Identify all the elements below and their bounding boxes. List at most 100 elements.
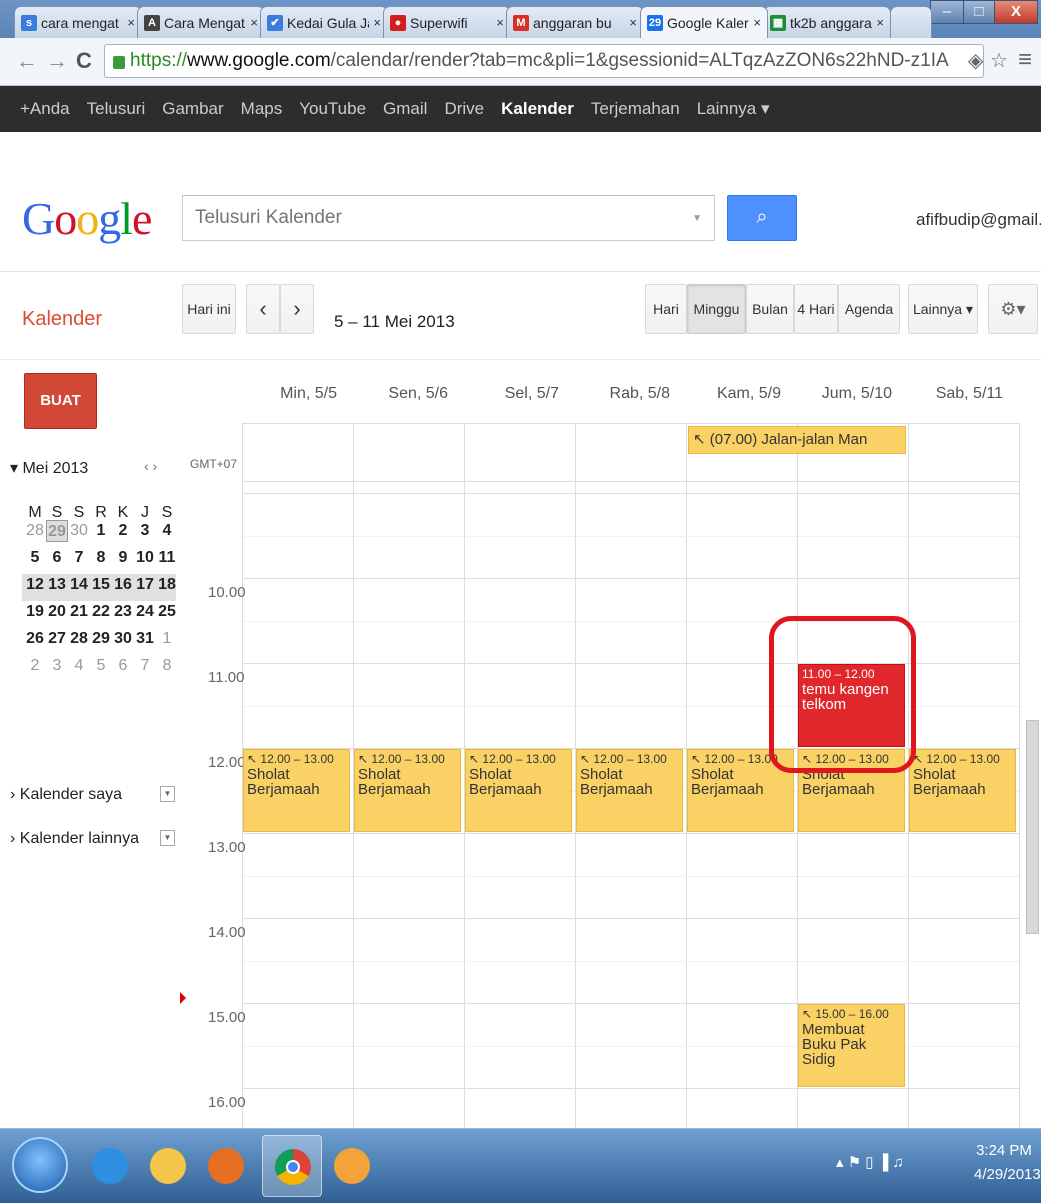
tab-close-icon[interactable]: × xyxy=(629,15,637,30)
browser-tab[interactable]: ✔ Kedai Gula Ja × xyxy=(260,6,388,38)
mini-calendar-day[interactable]: 28 xyxy=(68,628,90,650)
minimize-button[interactable]: – xyxy=(930,0,964,24)
day-header[interactable]: Jum, 5/10 xyxy=(797,365,908,423)
mini-calendar-day[interactable]: 30 xyxy=(68,520,90,542)
bookmark-star-icon[interactable]: ☆ xyxy=(990,48,1008,73)
mini-calendar-day[interactable]: 7 xyxy=(68,547,90,569)
mini-calendar-day[interactable]: 23 xyxy=(112,601,134,623)
mini-calendar-day[interactable]: 29 xyxy=(46,520,68,542)
mini-calendar-day[interactable]: 22 xyxy=(90,601,112,623)
view-button-4-hari[interactable]: 4 Hari xyxy=(794,284,838,334)
taskbar-clock[interactable]: 3:24 PM 4/29/2013 xyxy=(974,1139,1041,1187)
mini-calendar-day[interactable]: 20 xyxy=(46,601,68,623)
mini-calendar-day[interactable]: 3 xyxy=(134,520,156,542)
google-bar-link[interactable]: Drive xyxy=(444,99,484,119)
view-button-hari[interactable]: Hari xyxy=(645,284,687,334)
google-bar-link[interactable]: Kalender xyxy=(501,99,574,119)
mini-calendar-day[interactable]: 5 xyxy=(90,655,112,677)
file-explorer-icon[interactable] xyxy=(138,1135,198,1197)
other-calendars-dropdown-icon[interactable]: ▼ xyxy=(160,830,175,846)
maximize-button[interactable]: □ xyxy=(963,0,995,24)
browser-tab[interactable]: ▦ tk2b anggara × xyxy=(763,6,891,38)
google-logo[interactable]: Google xyxy=(22,192,152,245)
view-button-minggu[interactable]: Minggu xyxy=(687,284,746,334)
mini-calendar-day[interactable]: 18 xyxy=(156,574,178,596)
search-input[interactable] xyxy=(195,207,693,229)
other-calendars-section[interactable]: › Kalender lainnya ▼ xyxy=(10,830,175,848)
mini-calendar-day[interactable]: 16 xyxy=(112,574,134,596)
tab-close-icon[interactable]: × xyxy=(250,15,258,30)
calendar-event[interactable]: ↖ 15.00 – 16.00 Membuat Buku Pak Sidig xyxy=(798,1004,905,1087)
calendar-event[interactable]: ↖ 12.00 – 13.00 Sholat Berjamaah xyxy=(465,749,572,832)
mini-calendar-day[interactable]: 30 xyxy=(112,628,134,650)
google-bar-link[interactable]: +Anda xyxy=(20,99,70,119)
mini-calendar-nav[interactable]: ‹ › xyxy=(144,458,157,474)
tab-close-icon[interactable]: × xyxy=(496,15,504,30)
mini-calendar-day[interactable]: 1 xyxy=(156,628,178,650)
mini-calendar-day[interactable]: 1 xyxy=(90,520,112,542)
next-week-button[interactable]: › xyxy=(280,284,314,334)
my-calendars-dropdown-icon[interactable]: ▼ xyxy=(160,786,175,802)
mini-calendar-day[interactable]: 25 xyxy=(156,601,178,623)
internet-explorer-icon[interactable] xyxy=(80,1135,140,1197)
search-box[interactable]: ▼ xyxy=(182,195,715,241)
browser-tab[interactable]: ● Superwifi × xyxy=(383,6,511,38)
browser-tab[interactable]: A Cara Mengat × xyxy=(137,6,265,38)
mini-calendar-day[interactable]: 31 xyxy=(134,628,156,650)
extension-icon[interactable]: ◈ xyxy=(968,48,983,73)
browser-tab[interactable]: 29 Google Kaler × xyxy=(640,6,768,38)
mini-calendar-day[interactable]: 4 xyxy=(68,655,90,677)
google-bar-link[interactable]: Gambar xyxy=(162,99,223,119)
mini-calendar-day[interactable]: 3 xyxy=(46,655,68,677)
mini-calendar-day[interactable]: 28 xyxy=(24,520,46,542)
mini-calendar-day[interactable]: 6 xyxy=(46,547,68,569)
tab-close-icon[interactable]: × xyxy=(876,15,884,30)
browser-tab[interactable]: s cara mengat × xyxy=(14,6,142,38)
google-bar-link[interactable]: Maps xyxy=(241,99,283,119)
grid-scrollbar[interactable] xyxy=(1026,720,1039,934)
mini-calendar-day[interactable]: 13 xyxy=(46,574,68,596)
start-orb[interactable] xyxy=(12,1137,68,1193)
search-options-icon[interactable]: ▼ xyxy=(692,213,702,224)
calendar-event[interactable]: ↖ 12.00 – 13.00 Sholat Berjamaah xyxy=(909,749,1016,832)
mini-calendar-day[interactable]: 24 xyxy=(134,601,156,623)
mini-calendar-day[interactable]: 9 xyxy=(112,547,134,569)
google-bar-link[interactable]: YouTube xyxy=(299,99,366,119)
tab-close-icon[interactable]: × xyxy=(753,15,761,30)
calendar-event[interactable]: ↖ 12.00 – 13.00 Sholat Berjamaah xyxy=(576,749,683,832)
tab-close-icon[interactable]: × xyxy=(127,15,135,30)
back-icon[interactable]: ← xyxy=(16,48,38,74)
account-email[interactable]: afifbudip@gmail.com xyxy=(916,210,1041,230)
mini-calendar-day[interactable]: 27 xyxy=(46,628,68,650)
mini-calendar-day[interactable]: 21 xyxy=(68,601,90,623)
mini-calendar-day[interactable]: 6 xyxy=(112,655,134,677)
media-player-icon[interactable] xyxy=(196,1135,256,1197)
mini-calendar-day[interactable]: 26 xyxy=(24,628,46,650)
calendar-event[interactable]: ↖ 12.00 – 13.00 Sholat Berjamaah xyxy=(354,749,461,832)
system-tray[interactable]: ▴ ⚑ ▯ ▐ ♫ xyxy=(836,1153,904,1171)
more-button[interactable]: Lainnya ▾ xyxy=(908,284,978,334)
mini-calendar-day[interactable]: 17 xyxy=(134,574,156,596)
mini-calendar-day[interactable]: 15 xyxy=(90,574,112,596)
browser-tab[interactable]: Manggaran bu × xyxy=(506,6,644,38)
browser-menu-icon[interactable]: ≡ xyxy=(1018,46,1032,74)
reload-icon[interactable]: C xyxy=(76,48,92,74)
search-button[interactable]: ⌕ xyxy=(727,195,797,241)
close-window-button[interactable]: X xyxy=(994,0,1038,24)
day-header[interactable]: Sen, 5/6 xyxy=(353,365,464,423)
new-tab-button[interactable] xyxy=(890,6,932,38)
google-bar-link[interactable]: Lainnya ▾ xyxy=(697,99,770,119)
google-bar-link[interactable]: Gmail xyxy=(383,99,427,119)
mini-calendar-day[interactable]: 5 xyxy=(24,547,46,569)
google-bar-link[interactable]: Telusuri xyxy=(87,99,146,119)
mini-calendar-day[interactable]: 2 xyxy=(24,655,46,677)
mini-calendar-day[interactable]: 8 xyxy=(90,547,112,569)
mini-calendar-day[interactable]: 14 xyxy=(68,574,90,596)
forward-icon[interactable]: → xyxy=(46,48,68,74)
create-button[interactable]: BUAT xyxy=(24,373,97,429)
today-button[interactable]: Hari ini xyxy=(182,284,236,334)
day-header[interactable]: Sel, 5/7 xyxy=(464,365,575,423)
mini-calendar-day[interactable]: 10 xyxy=(134,547,156,569)
day-header[interactable]: Sab, 5/11 xyxy=(908,365,1019,423)
google-bar-link[interactable]: Terjemahan xyxy=(591,99,680,119)
